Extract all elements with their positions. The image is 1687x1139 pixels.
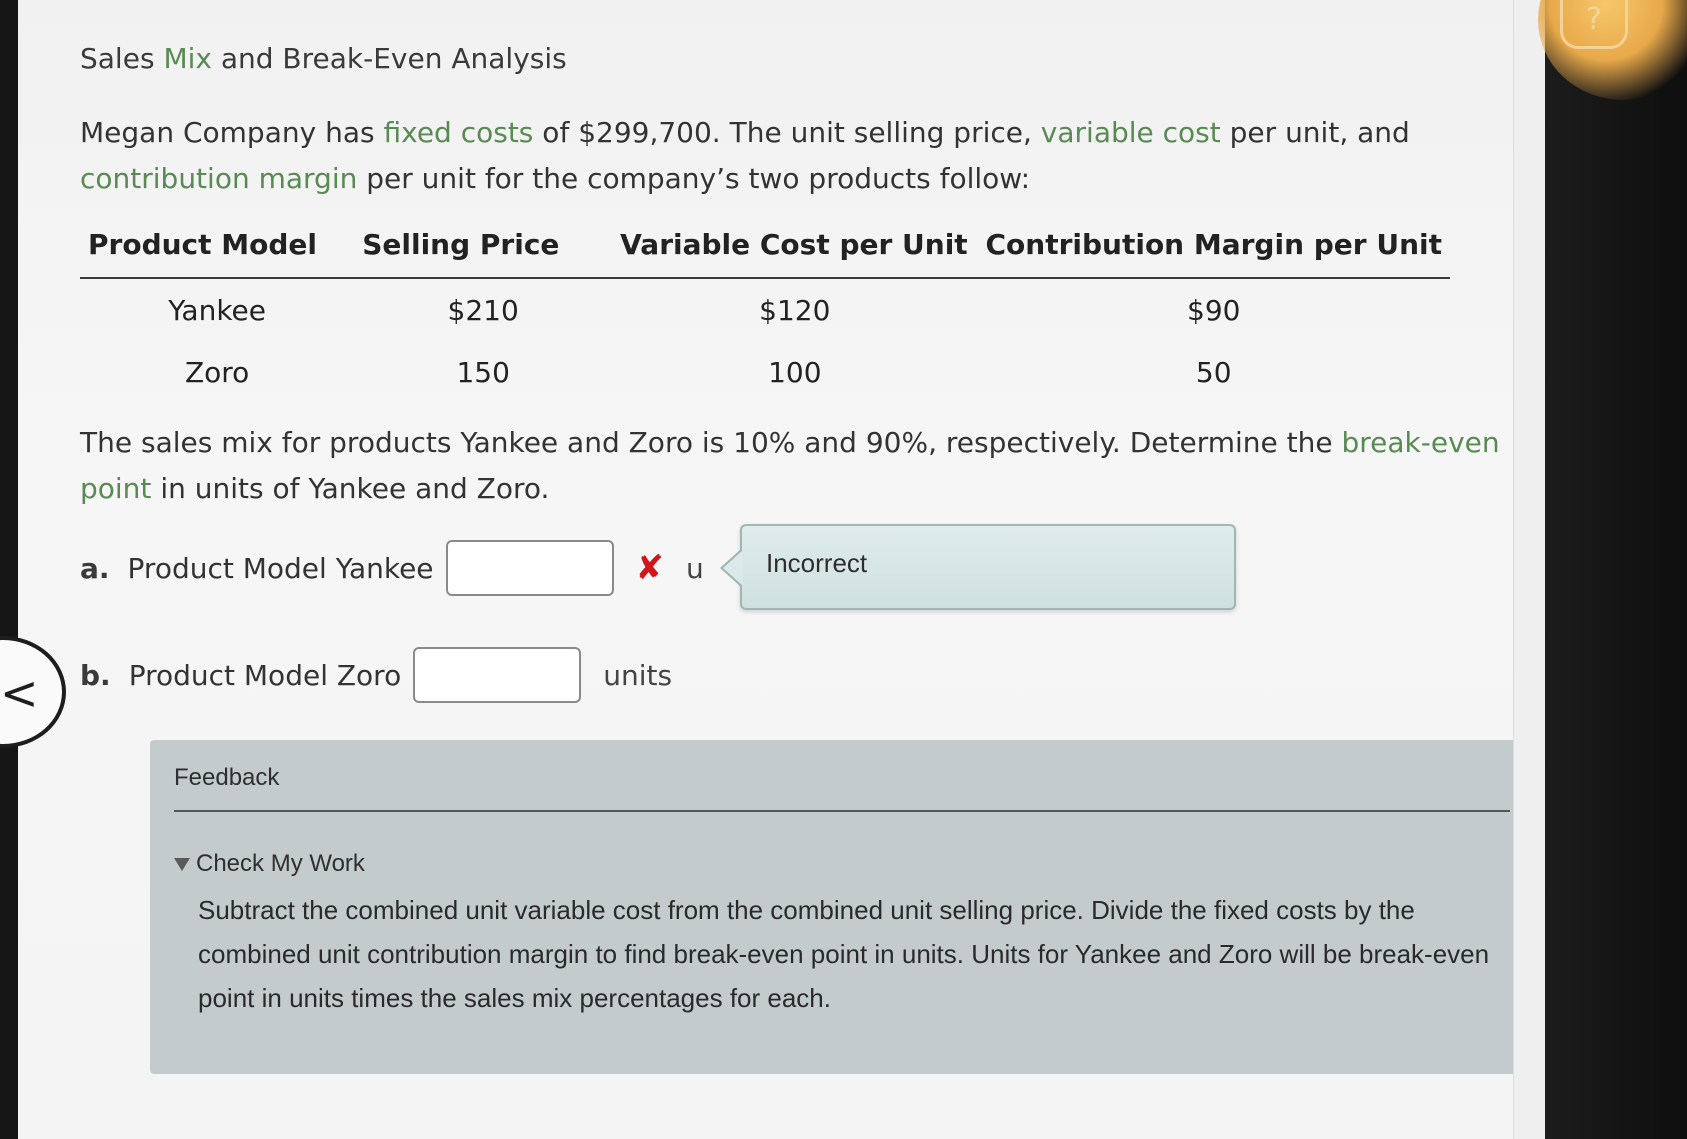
question-letter: a. xyxy=(80,551,110,585)
question-letter: b. xyxy=(80,658,111,692)
divider xyxy=(174,810,1510,812)
table-cell: 150 xyxy=(456,355,510,389)
question-label: Product Model Zoro xyxy=(128,658,402,692)
table-cell: Zoro xyxy=(184,355,250,389)
keyword-link-fixed-costs[interactable]: fixed costs xyxy=(383,116,533,149)
page-title: Sales Mix and Break-Even Analysis xyxy=(80,42,567,75)
column-header: Contribution Margin per Unit xyxy=(977,228,1450,279)
content-panel: Sales Mix and Break-Even Analysis Megan … xyxy=(18,0,1530,1139)
feedback-panel: Feedback Check My Work Subtract the comb… xyxy=(150,740,1530,1074)
chevron-left-icon: < xyxy=(0,666,39,720)
triangle-down-icon xyxy=(174,857,190,871)
toggle-label: Check My Work xyxy=(196,850,365,877)
table-row: Zoro 150 100 50 xyxy=(80,341,1450,403)
column-header: Variable Cost per Unit xyxy=(612,228,978,279)
incorrect-tooltip: Incorrect xyxy=(720,524,1236,610)
keyword-link-variable-cost[interactable]: variable cost xyxy=(1041,116,1221,149)
question-label: Product Model Yankee xyxy=(127,551,434,585)
screen-bezel-left xyxy=(0,0,18,1139)
help-button[interactable]: ? xyxy=(1560,0,1628,49)
product-data-table: Product Model Selling Price Variable Cos… xyxy=(80,228,1450,403)
keyword-link-mix[interactable]: Mix xyxy=(163,42,212,75)
screen-bezel-right xyxy=(1545,0,1687,1139)
problem-instructions: The sales mix for products Yankee and Zo… xyxy=(80,426,1500,505)
table-row: Yankee $210 $120 $90 xyxy=(80,278,1450,341)
tooltip-text: Incorrect xyxy=(766,548,868,578)
column-header: Selling Price xyxy=(354,228,613,279)
feedback-title: Feedback xyxy=(174,764,280,791)
question-b: b. Product Model Zoro units xyxy=(80,647,672,703)
answer-input-yankee[interactable] xyxy=(445,540,614,596)
table-cell: $210 xyxy=(447,293,519,327)
column-header: Product Model xyxy=(80,228,355,279)
table-cell: Yankee xyxy=(168,293,267,327)
answer-input-zoro[interactable] xyxy=(413,647,582,703)
table-cell: $120 xyxy=(759,293,831,327)
check-my-work-toggle[interactable]: Check My Work xyxy=(174,850,365,878)
table-cell: 50 xyxy=(1195,355,1232,389)
problem-intro: Megan Company has fixed costs of $299,70… xyxy=(80,116,1410,195)
table-cell: 100 xyxy=(768,355,822,389)
units-label: u xyxy=(686,551,704,585)
table-header-row: Product Model Selling Price Variable Cos… xyxy=(80,228,1450,279)
feedback-body: Subtract the combined unit variable cost… xyxy=(198,895,1490,1013)
incorrect-x-icon: ✘ xyxy=(635,548,665,588)
keyword-link-contribution-margin[interactable]: contribution margin xyxy=(80,162,357,195)
units-label: units xyxy=(603,658,673,692)
table-cell: $90 xyxy=(1187,293,1241,327)
question-a: a. Product Model Yankee ✘ u xyxy=(80,540,704,596)
scrollbar-track[interactable] xyxy=(1513,0,1546,1139)
